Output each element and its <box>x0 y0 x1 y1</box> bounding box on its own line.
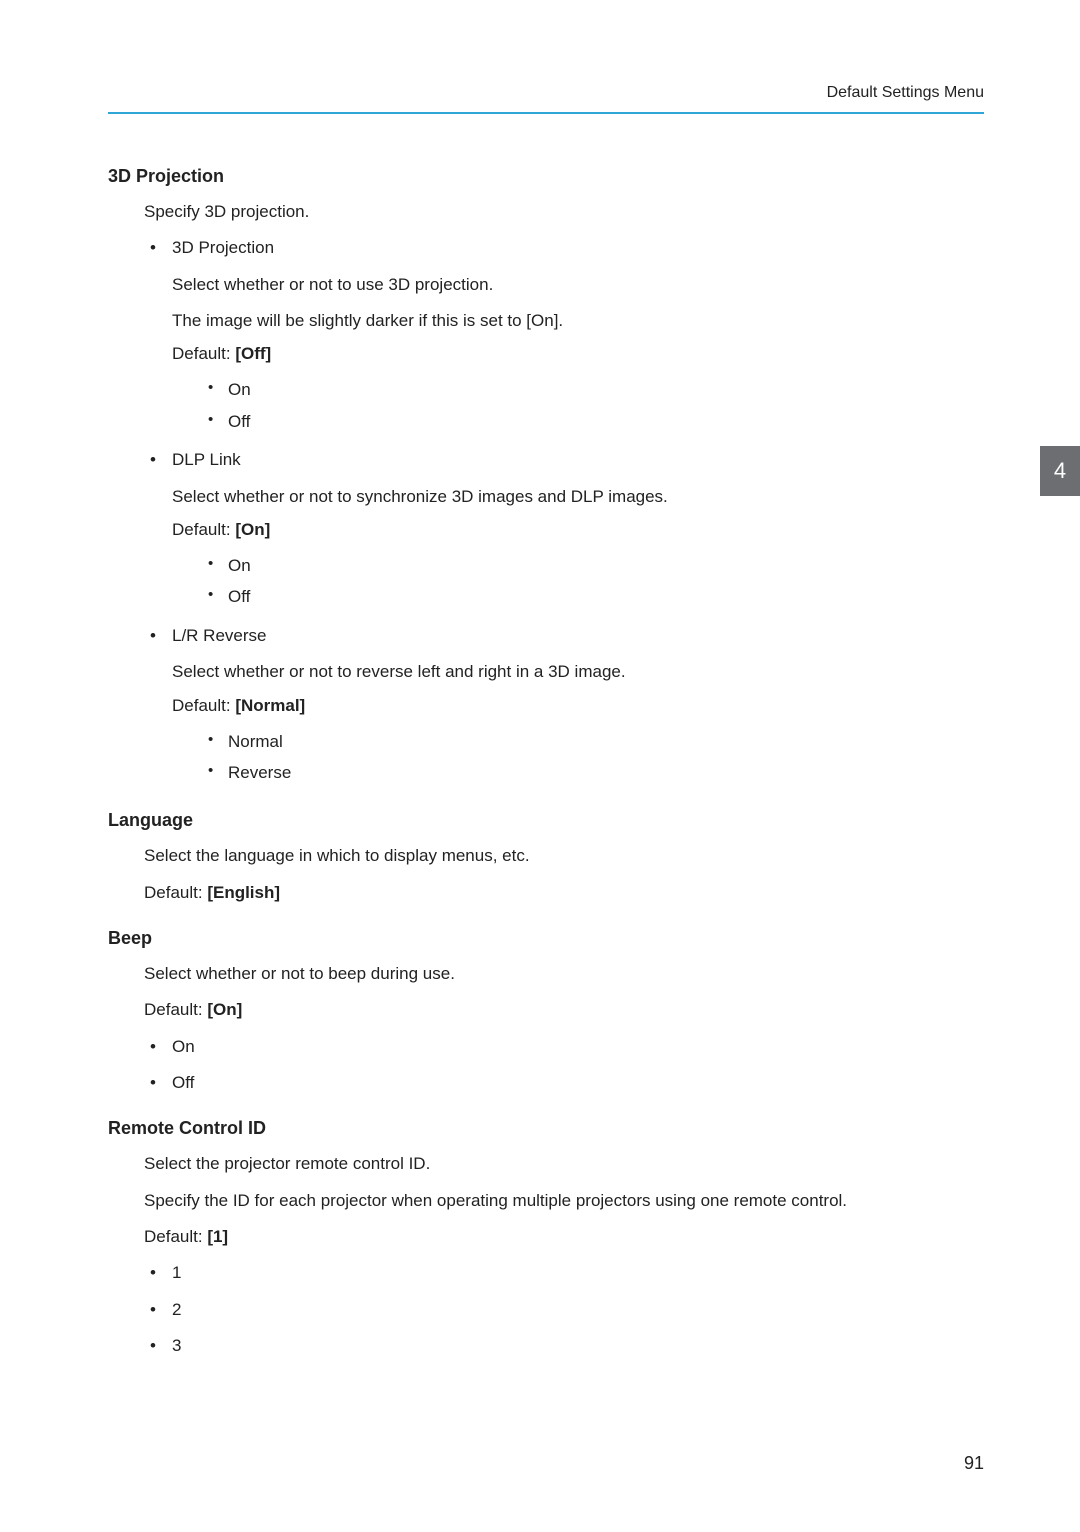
default-value: [Normal] <box>235 696 305 715</box>
option-reverse: Reverse <box>204 757 984 788</box>
rcid-default: Default: [1] <box>144 1224 984 1250</box>
list-item-lr-reverse: L/R Reverse <box>144 623 984 649</box>
default-label: Default: <box>144 1227 207 1246</box>
section-remote-control-id: Remote Control ID Select the projector r… <box>108 1118 984 1359</box>
item-default: Default: [Off] <box>172 344 984 364</box>
option-list: On Off <box>204 374 984 437</box>
beep-options: On Off <box>144 1034 984 1097</box>
item-label: 3D Projection <box>172 238 274 257</box>
beep-desc: Select whether or not to beep during use… <box>144 961 984 987</box>
default-label: Default: <box>144 883 207 902</box>
section-3d-projection: 3D Projection Specify 3D projection. 3D … <box>108 166 984 788</box>
option-off: Off <box>144 1070 984 1096</box>
item-desc-2: The image will be slightly darker if thi… <box>172 308 984 334</box>
list-item-3d-projection: 3D Projection <box>144 235 984 261</box>
default-label: Default: <box>144 1000 207 1019</box>
option-1: 1 <box>144 1260 984 1286</box>
section-title-language: Language <box>108 810 984 831</box>
section-title-beep: Beep <box>108 928 984 949</box>
header-rule <box>108 112 984 114</box>
list-3d-items-3: L/R Reverse <box>144 623 984 649</box>
list-3d-items-2: DLP Link <box>144 447 984 473</box>
default-label: Default: <box>172 520 235 539</box>
item-label: DLP Link <box>172 450 241 469</box>
default-value: [On] <box>235 520 270 539</box>
list-item-dlp-link: DLP Link <box>144 447 984 473</box>
option-3: 3 <box>144 1333 984 1359</box>
option-on: On <box>204 550 984 581</box>
default-value: [On] <box>207 1000 242 1019</box>
option-list: Normal Reverse <box>204 726 984 789</box>
item-desc: Select whether or not to use 3D projecti… <box>172 272 984 298</box>
language-default: Default: [English] <box>144 880 984 906</box>
option-normal: Normal <box>204 726 984 757</box>
option-on: On <box>204 374 984 405</box>
running-header: Default Settings Menu <box>108 84 984 102</box>
rcid-options: 1 2 3 <box>144 1260 984 1359</box>
item-default: Default: [On] <box>172 520 984 540</box>
page-root: Default Settings Menu 3D Projection Spec… <box>0 0 1080 1532</box>
option-off: Off <box>204 581 984 612</box>
default-label: Default: <box>172 344 235 363</box>
language-desc: Select the language in which to display … <box>144 843 984 869</box>
option-2: 2 <box>144 1297 984 1323</box>
default-value: [Off] <box>235 344 271 363</box>
rcid-desc1: Select the projector remote control ID. <box>144 1151 984 1177</box>
default-value: [1] <box>207 1227 228 1246</box>
rcid-desc2: Specify the ID for each projector when o… <box>144 1188 984 1214</box>
section-title-3d: 3D Projection <box>108 166 984 187</box>
beep-default: Default: [On] <box>144 997 984 1023</box>
section-title-rcid: Remote Control ID <box>108 1118 984 1139</box>
section-intro-3d: Specify 3D projection. <box>144 199 984 225</box>
chapter-tab: 4 <box>1040 446 1080 496</box>
option-off: Off <box>204 406 984 437</box>
item-desc: Select whether or not to synchronize 3D … <box>172 484 984 510</box>
section-beep: Beep Select whether or not to beep durin… <box>108 928 984 1096</box>
option-list: On Off <box>204 550 984 613</box>
default-label: Default: <box>172 696 235 715</box>
item-desc: Select whether or not to reverse left an… <box>172 659 984 685</box>
item-default: Default: [Normal] <box>172 696 984 716</box>
item-label: L/R Reverse <box>172 626 266 645</box>
page-number: 91 <box>964 1453 984 1474</box>
default-value: [English] <box>207 883 280 902</box>
section-language: Language Select the language in which to… <box>108 810 984 906</box>
option-on: On <box>144 1034 984 1060</box>
list-3d-items: 3D Projection <box>144 235 984 261</box>
